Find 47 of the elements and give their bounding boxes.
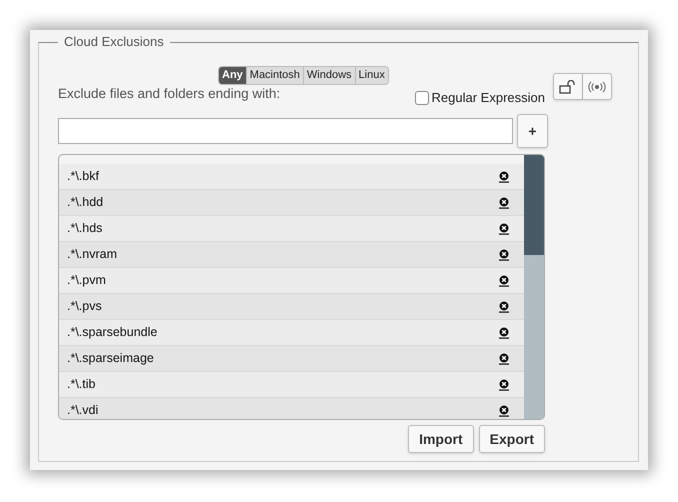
exclusion-row[interactable]: .*\.bkf bbox=[59, 164, 524, 190]
exclusion-row[interactable]: .*\.pvm bbox=[59, 268, 524, 294]
exclusion-pattern: .*\.pvs bbox=[67, 298, 102, 316]
exclusion-pattern: .*\.nvram bbox=[67, 246, 118, 264]
broadcast-button[interactable] bbox=[582, 73, 612, 100]
import-button[interactable]: Import bbox=[408, 425, 474, 453]
platform-tab[interactable]: Any bbox=[219, 67, 246, 84]
regular-expression-label: Regular Expression bbox=[432, 89, 545, 107]
exclusion-pattern: .*\.tib bbox=[67, 376, 96, 394]
export-button[interactable]: Export bbox=[478, 425, 545, 453]
remove-icon[interactable] bbox=[499, 248, 509, 260]
platform-tab[interactable]: Macintosh bbox=[246, 67, 303, 84]
pattern-input-field[interactable] bbox=[58, 118, 513, 144]
exclusion-row[interactable]: .*\.pvs bbox=[59, 294, 524, 320]
remove-icon[interactable] bbox=[499, 222, 509, 234]
lock-button[interactable] bbox=[552, 73, 583, 100]
exclusion-pattern: .*\.hdd bbox=[67, 194, 104, 212]
exclusion-pattern: .*\.hds bbox=[67, 220, 102, 238]
unlocked-padlock-icon bbox=[558, 80, 577, 94]
platform-tab[interactable]: Windows bbox=[302, 67, 355, 84]
exclusion-pattern: .*\.pvm bbox=[67, 272, 106, 290]
exclusion-row[interactable]: .*\.vdi bbox=[59, 398, 524, 419]
exclusion-pattern: .*\.vdi bbox=[67, 402, 98, 419]
exclusion-row[interactable]: .*\.tib bbox=[59, 372, 524, 398]
remove-icon[interactable] bbox=[499, 196, 509, 208]
exclusion-row[interactable]: .*\.sparsebundle bbox=[59, 320, 524, 346]
exclusion-row[interactable]: .*\.hds bbox=[59, 216, 524, 242]
add-button[interactable]: + bbox=[517, 114, 548, 148]
exclusion-row[interactable]: .*\.sparseimage bbox=[59, 346, 524, 372]
exclusion-row[interactable]: .*\.hdd bbox=[59, 190, 524, 216]
remove-icon[interactable] bbox=[499, 378, 509, 390]
remove-icon[interactable] bbox=[499, 326, 509, 338]
scrollbar-track[interactable] bbox=[524, 155, 544, 419]
scrollbar-thumb[interactable] bbox=[524, 155, 544, 255]
remove-icon[interactable] bbox=[499, 352, 509, 364]
remove-icon[interactable] bbox=[499, 274, 509, 286]
remove-icon[interactable] bbox=[499, 170, 509, 182]
broadcast-icon bbox=[588, 80, 606, 92]
exclusion-pattern: .*\.bkf bbox=[67, 168, 99, 186]
regular-expression-checkbox[interactable] bbox=[414, 91, 429, 105]
exclusion-pattern: .*\.sparseimage bbox=[67, 350, 154, 368]
exclusion-row[interactable]: .*\.nvram bbox=[59, 242, 524, 268]
exclude-label: Exclude files and folders ending with: bbox=[58, 85, 280, 103]
remove-icon[interactable] bbox=[499, 404, 509, 416]
exclusion-pattern: .*\.sparsebundle bbox=[67, 324, 158, 342]
platform-tab[interactable]: Linux bbox=[354, 67, 388, 84]
remove-icon[interactable] bbox=[499, 300, 509, 312]
